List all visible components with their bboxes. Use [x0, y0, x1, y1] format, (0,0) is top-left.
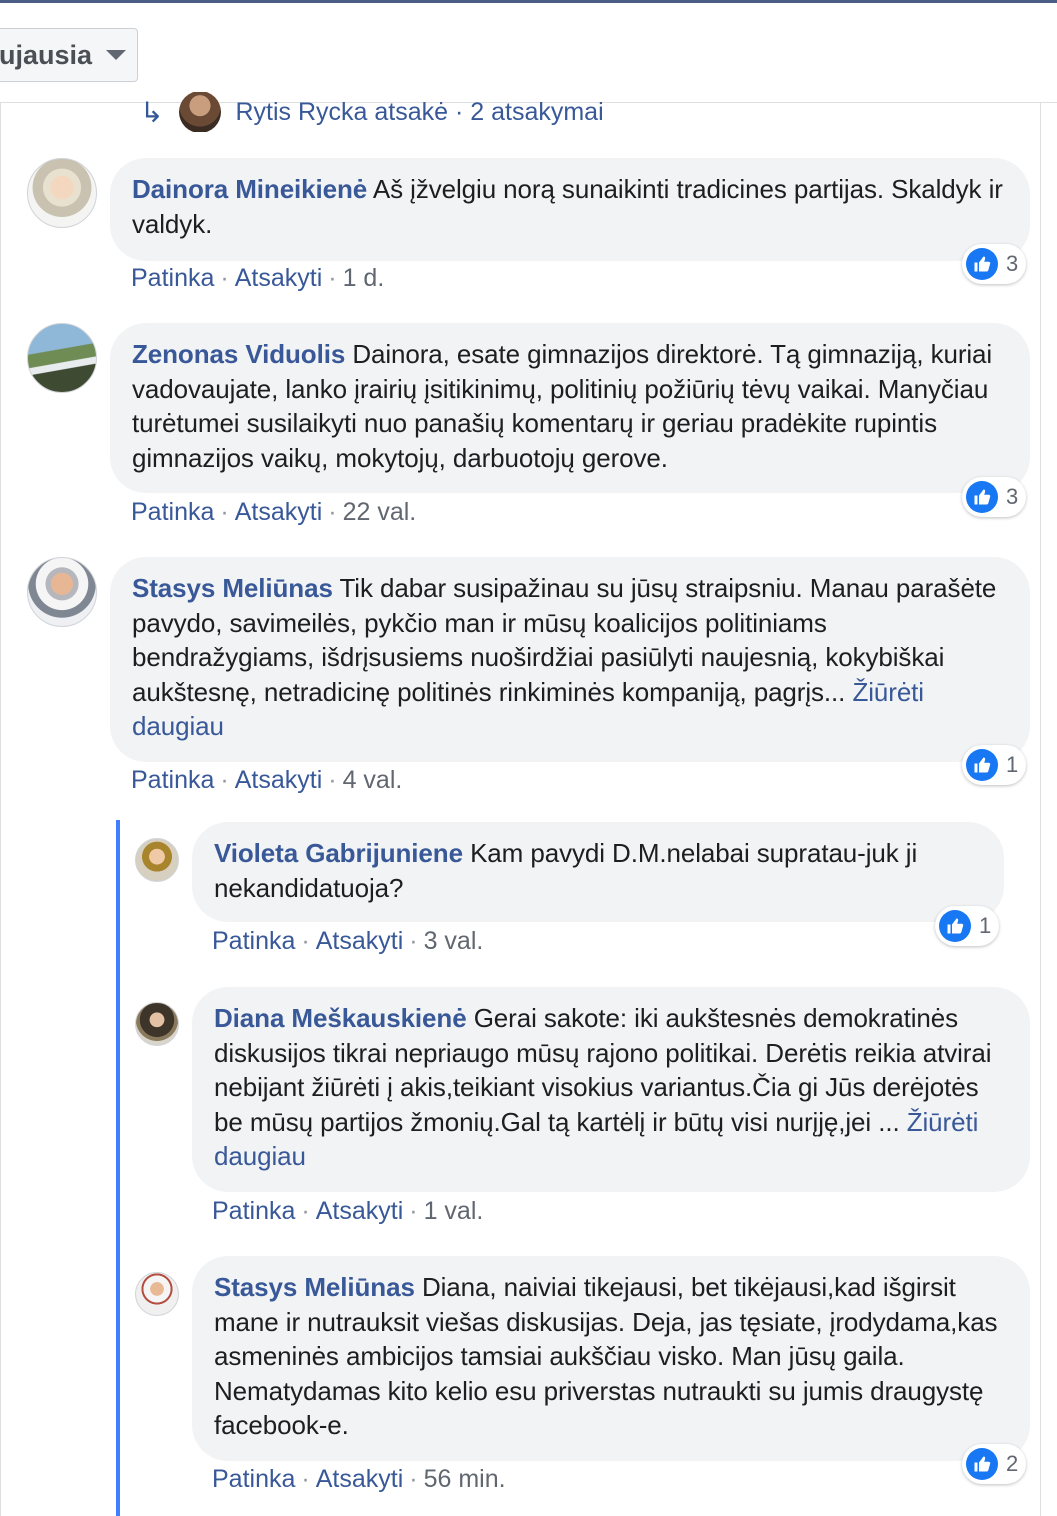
view-replies-link[interactable]: ↳ Rytis Rycka atsakė · 2 atsakymai [140, 92, 604, 132]
reaction-count[interactable]: 3 [962, 477, 1027, 517]
reply-button[interactable]: Atsakyti [235, 766, 323, 794]
like-button[interactable]: Patinka [131, 498, 214, 526]
reply-thread-line [116, 820, 120, 1516]
like-button[interactable]: Patinka [212, 1197, 295, 1225]
comment-author[interactable]: Zenonas Viduolis [132, 339, 345, 369]
reaction-count[interactable]: 1 [935, 906, 1000, 946]
comment-actions: Patinka · Atsakyti · 22 val. [131, 498, 416, 527]
comment-bubble: Stasys Meliūnas Tik dabar susipažinau su… [110, 557, 1030, 762]
separator: · [328, 498, 337, 526]
reply-summary-text: Rytis Rycka atsakė · 2 atsakymai [235, 97, 604, 126]
like-button[interactable]: Patinka [131, 766, 214, 794]
separator: · [409, 927, 418, 955]
reply-actions: Patinka · Atsakyti · 3 val. [212, 927, 483, 956]
comment-actions: Patinka · Atsakyti · 1 d. [131, 264, 384, 293]
sort-label: ujausia [0, 39, 93, 70]
chevron-down-icon [106, 50, 127, 60]
reply-button[interactable]: Atsakyti [235, 498, 323, 526]
thumbs-up-icon [966, 1448, 998, 1480]
comment-time[interactable]: 4 val. [343, 766, 403, 794]
reply-bubble: Stasys Meliūnas Diana, naiviai tikejausi… [192, 1256, 1030, 1461]
separator: · [409, 1465, 418, 1493]
thumbs-up-icon [966, 248, 998, 280]
reply-arrow-icon: ↳ [140, 96, 164, 128]
separator: · [220, 498, 229, 526]
avatar[interactable] [27, 158, 97, 228]
reply-time[interactable]: 56 min. [424, 1465, 506, 1493]
thumbs-up-icon [966, 481, 998, 513]
reply-time[interactable]: 3 val. [424, 927, 484, 955]
comment-actions: Patinka · Atsakyti · 4 val. [131, 766, 402, 795]
comment-time[interactable]: 1 d. [343, 264, 385, 292]
like-count: 1 [979, 913, 992, 938]
avatar[interactable] [135, 1002, 179, 1046]
reply-time[interactable]: 1 val. [424, 1197, 484, 1225]
reaction-count[interactable]: 1 [962, 745, 1027, 785]
left-divider [0, 103, 1, 1516]
reply-bubble: Violeta Gabrijuniene Kam pavydi D.M.nela… [192, 822, 1004, 922]
avatar[interactable] [27, 323, 97, 393]
reaction-count[interactable]: 2 [962, 1444, 1027, 1484]
avatar[interactable] [27, 557, 97, 627]
avatar[interactable] [135, 1272, 179, 1316]
comment-time[interactable]: 22 val. [343, 498, 417, 526]
comment-bubble: Zenonas Viduolis Dainora, esate gimnazij… [110, 323, 1030, 493]
separator: · [301, 927, 310, 955]
separator: · [409, 1197, 418, 1225]
comment-author[interactable]: Stasys Meliūnas [132, 573, 333, 603]
like-count: 3 [1006, 484, 1019, 509]
like-button[interactable]: Patinka [131, 264, 214, 292]
separator: · [301, 1465, 310, 1493]
separator: · [220, 264, 229, 292]
reaction-count[interactable]: 3 [962, 244, 1027, 284]
thumbs-up-icon [939, 910, 971, 942]
like-count: 2 [1006, 1451, 1019, 1476]
avatar[interactable] [135, 838, 179, 882]
reply-actions: Patinka · Atsakyti · 56 min. [212, 1465, 506, 1494]
reply-author[interactable]: Violeta Gabrijuniene [214, 838, 463, 868]
right-divider [1040, 103, 1041, 1516]
like-button[interactable]: Patinka [212, 927, 295, 955]
avatar [179, 92, 222, 132]
like-count: 1 [1006, 752, 1019, 777]
separator: · [301, 1197, 310, 1225]
sort-dropdown[interactable]: ujausia [0, 28, 138, 82]
reply-author[interactable]: Diana Meškauskienė [214, 1003, 467, 1033]
like-count: 3 [1006, 251, 1019, 276]
comment-sort-bar: ujausia [0, 3, 1057, 103]
separator: · [220, 766, 229, 794]
reply-button[interactable]: Atsakyti [316, 927, 404, 955]
reply-button[interactable]: Atsakyti [316, 1465, 404, 1493]
separator: · [328, 264, 337, 292]
reply-button[interactable]: Atsakyti [235, 264, 323, 292]
thumbs-up-icon [966, 749, 998, 781]
comment-author[interactable]: Dainora Mineikienė [132, 174, 367, 204]
like-button[interactable]: Patinka [212, 1465, 295, 1493]
reply-bubble: Diana Meškauskienė Gerai sakote: iki auk… [192, 987, 1030, 1192]
reply-actions: Patinka · Atsakyti · 1 val. [212, 1197, 483, 1226]
comment-bubble: Dainora Mineikienė Aš įžvelgiu norą suna… [110, 158, 1030, 261]
reply-button[interactable]: Atsakyti [316, 1197, 404, 1225]
reply-author[interactable]: Stasys Meliūnas [214, 1272, 415, 1302]
separator: · [328, 766, 337, 794]
